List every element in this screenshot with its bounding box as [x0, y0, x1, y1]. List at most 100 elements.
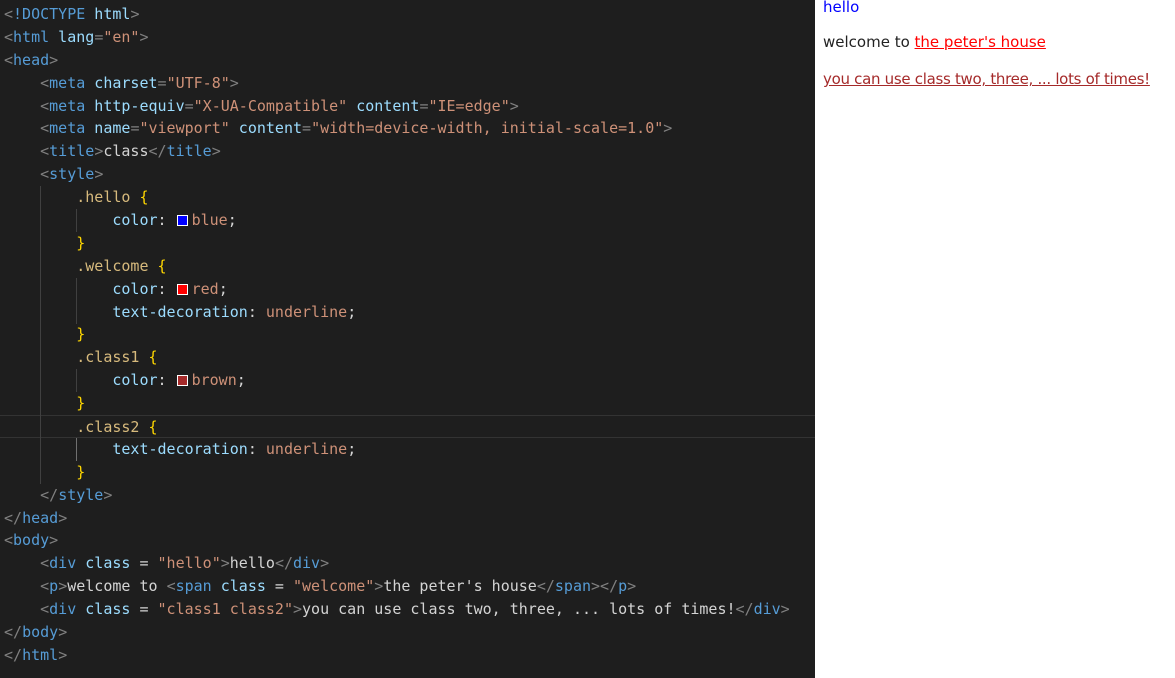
code-token: class [76, 600, 131, 619]
code-token: ; [347, 302, 357, 321]
code-token: body [13, 531, 50, 550]
code-line[interactable]: } [4, 461, 815, 484]
code-token: < [4, 50, 14, 69]
code-token: text-decoration [112, 302, 248, 321]
split-view: <!DOCTYPE html> <html lang="en"> <head> <m… [0, 0, 1175, 678]
code-line[interactable]: .hello { [4, 186, 815, 209]
code-token: < [4, 27, 14, 46]
code-token: p [49, 577, 59, 596]
code-token: > [94, 142, 104, 161]
code-token: brown [191, 371, 237, 390]
code-token: < [40, 96, 50, 115]
code-line[interactable]: <head> [4, 49, 815, 72]
code-token: < [40, 165, 50, 184]
code-line[interactable]: <title>class</title> [4, 140, 815, 163]
code-token: < [4, 5, 14, 23]
code-token: < [4, 531, 14, 550]
preview-hello: hello [823, 0, 860, 16]
code-token: !DOCTYPE [13, 5, 86, 23]
code-token: html [13, 27, 50, 46]
code-line[interactable]: <body> [4, 529, 815, 552]
code-token: > [211, 142, 221, 161]
code-token: "UTF-8" [166, 73, 230, 92]
code-token: class [103, 142, 149, 161]
preview-welcome: welcome to the peter's house [823, 33, 1046, 51]
code-token: body [22, 623, 59, 642]
code-token: = [130, 600, 158, 619]
code-token: < [40, 577, 50, 596]
code-line[interactable]: <div class = "class1 class2">you can use… [4, 598, 815, 621]
code-token: http-equiv [85, 96, 185, 115]
code-token: { [139, 348, 158, 367]
code-token: "hello" [157, 554, 221, 573]
code-line[interactable]: <!DOCTYPE html> [4, 3, 815, 26]
color-swatch-icon[interactable] [176, 283, 188, 295]
code-line[interactable]: <html lang="en"> [4, 26, 815, 49]
code-token: > [627, 577, 637, 596]
code-line[interactable]: </body> [4, 621, 815, 644]
code-token: class [211, 577, 266, 596]
code-line[interactable]: } [4, 232, 815, 255]
code-token: html [85, 5, 131, 23]
code-token: > [780, 600, 790, 619]
code-line[interactable]: <meta http-equiv="X-UA-Compatible" conte… [4, 95, 815, 118]
preview-welcome-prefix: welcome to [823, 33, 915, 51]
code-token: } [76, 462, 86, 481]
code-line[interactable]: text-decoration: underline; [4, 438, 815, 461]
indent-guide [39, 186, 41, 484]
code-token: "X-UA-Compatible" [193, 96, 348, 115]
code-token: { [130, 188, 149, 207]
code-line[interactable]: } [4, 392, 815, 415]
code-token: > [103, 485, 113, 504]
code-token: </ [40, 485, 59, 504]
code-token: span [554, 577, 592, 596]
code-token: : [157, 279, 176, 298]
code-token: = [265, 577, 293, 596]
code-line[interactable]: <meta name="viewport" content="width=dev… [4, 117, 815, 140]
code-line[interactable]: text-decoration: underline; [4, 301, 815, 324]
code-token: charset [85, 73, 158, 92]
code-token: > [220, 554, 230, 573]
code-token: style [58, 485, 104, 504]
code-line[interactable]: .class2 { [0, 415, 815, 438]
code-token: "welcome" [293, 577, 375, 596]
code-token: : [247, 302, 266, 321]
code-line[interactable]: color: red; [4, 278, 815, 301]
code-token: style [49, 165, 95, 184]
code-line[interactable]: <style> [4, 163, 815, 186]
code-line[interactable]: <meta charset="UTF-8"> [4, 72, 815, 95]
preview-welcome-span: the peter's house [914, 33, 1046, 51]
color-swatch-icon[interactable] [176, 215, 188, 227]
code-line[interactable]: </head> [4, 507, 815, 530]
code-token: hello [229, 554, 275, 573]
code-line[interactable]: .class1 { [4, 346, 815, 369]
code-token: : [157, 371, 176, 390]
code-token: { [148, 256, 167, 275]
code-token: meta [49, 73, 86, 92]
code-line[interactable]: </html> [4, 644, 815, 667]
indent-guide [75, 438, 77, 461]
code-line[interactable]: } [4, 323, 815, 346]
code-token: > [320, 554, 330, 573]
code-token: span [175, 577, 212, 596]
code-line[interactable]: color: blue; [4, 209, 815, 232]
code-line[interactable]: .welcome { [4, 255, 815, 278]
code-token: = [184, 96, 194, 115]
code-line[interactable]: color: brown; [4, 369, 815, 392]
code-token: red [191, 279, 219, 298]
code-token: "viewport" [139, 119, 230, 138]
code-token: = [302, 119, 312, 138]
code-token: underline [265, 439, 348, 458]
color-swatch-icon[interactable] [176, 375, 188, 387]
indent-guide [75, 277, 77, 324]
code-token: .class1 [76, 348, 140, 367]
code-editor[interactable]: <!DOCTYPE html> <html lang="en"> <head> <m… [0, 0, 815, 678]
code-token: > [58, 623, 68, 642]
code-token: content [229, 119, 303, 138]
code-line[interactable]: <p>welcome to <span class = "welcome">th… [4, 575, 815, 598]
code-token: < [40, 73, 50, 92]
code-line[interactable]: <div class = "hello">hello</div> [4, 552, 815, 575]
code-line[interactable]: </style> [4, 484, 815, 507]
code-token: </ [536, 577, 555, 596]
code-token: < [40, 119, 50, 138]
